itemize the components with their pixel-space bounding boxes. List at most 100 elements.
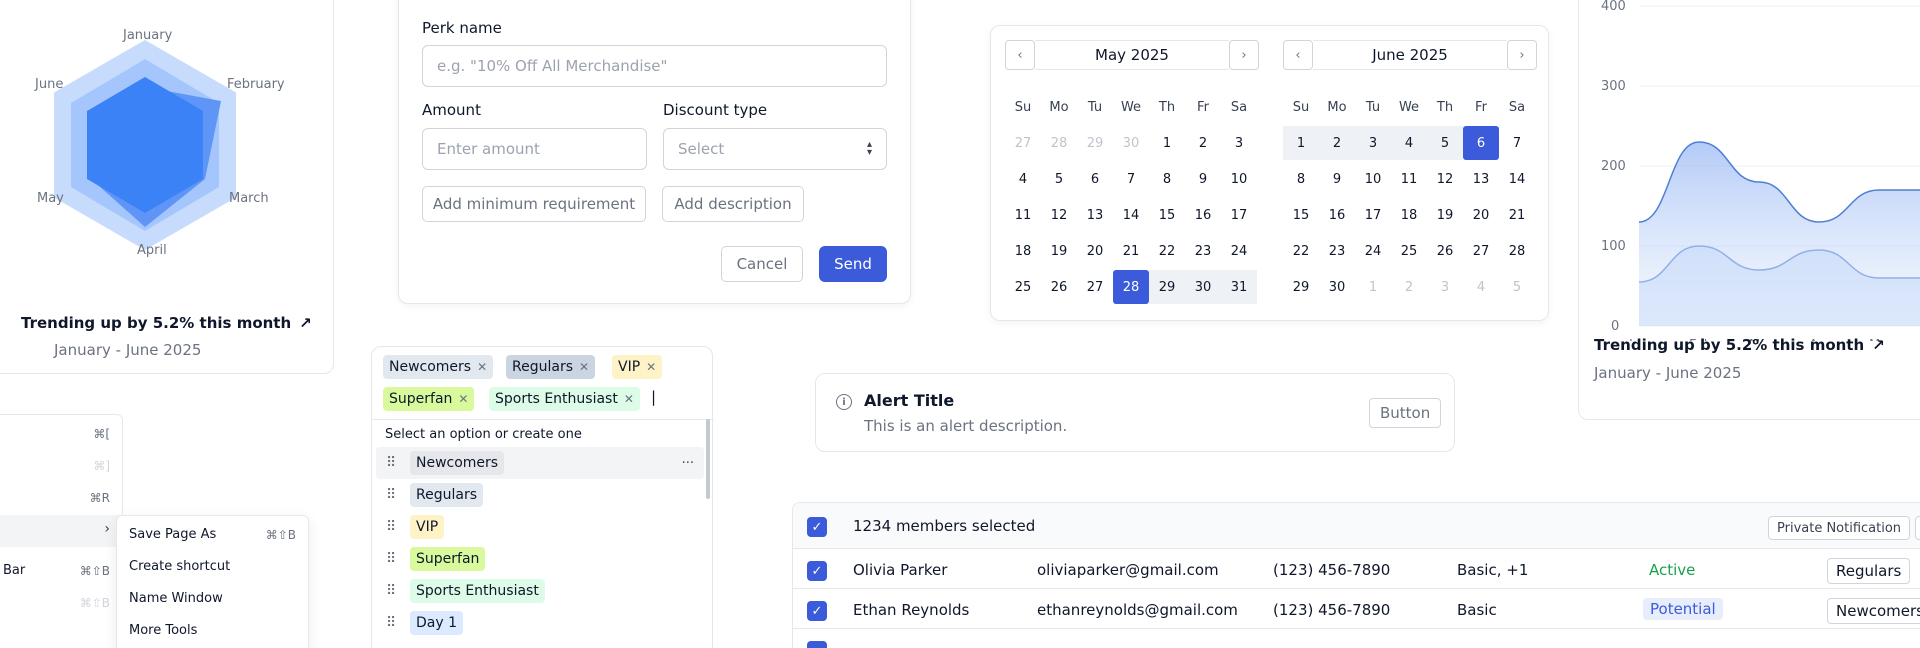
calendar-day[interactable]: 28 — [1113, 270, 1149, 304]
calendar-day[interactable]: 4 — [1463, 270, 1499, 304]
menu-item-save-page-as[interactable]: Save Page As — [129, 527, 216, 542]
calendar-day[interactable]: 2 — [1391, 270, 1427, 304]
calendar-day[interactable]: 18 — [1005, 234, 1041, 268]
calendar-day[interactable]: 5 — [1427, 126, 1463, 160]
add-minimum-requirement-button[interactable]: Add minimum requirement — [422, 186, 646, 222]
prev-month-button[interactable]: ‹ — [1005, 40, 1035, 70]
calendar-day[interactable]: 30 — [1113, 126, 1149, 160]
calendar-day[interactable]: 29 — [1149, 270, 1185, 304]
option-day-1[interactable]: ⠿ Day 1 — [376, 607, 704, 639]
perk-name-input[interactable]: e.g. "10% Off All Merchandise" — [422, 45, 887, 87]
more-actions-button[interactable] — [1915, 516, 1920, 540]
drag-handle-icon[interactable]: ⠿ — [386, 519, 404, 535]
calendar-day[interactable]: 1 — [1149, 126, 1185, 160]
calendar-day[interactable]: 8 — [1283, 162, 1319, 196]
drag-handle-icon[interactable]: ⠿ — [386, 455, 404, 471]
select-all-checkbox[interactable]: ✓ — [807, 517, 827, 537]
calendar-day[interactable]: 28 — [1041, 126, 1077, 160]
cancel-button[interactable]: Cancel — [721, 246, 803, 282]
alert-button[interactable]: Button — [1369, 398, 1442, 428]
close-icon[interactable]: ✕ — [458, 392, 468, 406]
calendar-day[interactable]: 5 — [1499, 270, 1535, 304]
calendar-day[interactable]: 20 — [1077, 234, 1113, 268]
calendar-day[interactable]: 27 — [1463, 234, 1499, 268]
send-button[interactable]: Send — [819, 246, 887, 282]
drag-handle-icon[interactable]: ⠿ — [386, 551, 404, 567]
calendar-day[interactable]: 17 — [1221, 198, 1257, 232]
calendar-day[interactable]: 21 — [1499, 198, 1535, 232]
row-checkbox[interactable]: ✓ — [807, 601, 827, 621]
amount-input[interactable]: Enter amount — [422, 128, 647, 170]
menu-item-name-window[interactable]: Name Window — [129, 591, 223, 606]
calendar-day[interactable]: 20 — [1463, 198, 1499, 232]
calendar-day[interactable]: 24 — [1221, 234, 1257, 268]
calendar-day[interactable]: 12 — [1427, 162, 1463, 196]
calendar-day[interactable]: 25 — [1391, 234, 1427, 268]
calendar-day[interactable]: 9 — [1185, 162, 1221, 196]
calendar-day[interactable]: 7 — [1113, 162, 1149, 196]
calendar-day[interactable]: 2 — [1319, 126, 1355, 160]
menu-item-bar[interactable]: Bar — [3, 563, 25, 578]
calendar-day[interactable]: 5 — [1041, 162, 1077, 196]
calendar-day[interactable]: 6 — [1077, 162, 1113, 196]
calendar-day[interactable]: 1 — [1283, 126, 1319, 160]
calendar-day[interactable]: 26 — [1427, 234, 1463, 268]
calendar-day[interactable]: 3 — [1355, 126, 1391, 160]
calendar-day[interactable]: 22 — [1149, 234, 1185, 268]
private-notification-button[interactable]: Private Notification — [1768, 516, 1911, 540]
calendar-day[interactable]: 15 — [1283, 198, 1319, 232]
calendar-day[interactable]: 26 — [1041, 270, 1077, 304]
calendar-day[interactable]: 3 — [1427, 270, 1463, 304]
close-icon[interactable]: ✕ — [646, 360, 656, 374]
calendar-day[interactable]: 12 — [1041, 198, 1077, 232]
calendar-day[interactable]: 16 — [1319, 198, 1355, 232]
menu-item-more-tools-highlight[interactable]: › — [0, 515, 122, 547]
calendar-day[interactable]: 8 — [1149, 162, 1185, 196]
calendar-day[interactable]: 19 — [1041, 234, 1077, 268]
discount-type-select[interactable]: Select ▴ ▾ — [663, 128, 887, 170]
option-vip[interactable]: ⠿ VIP — [376, 511, 704, 543]
calendar-day[interactable]: 25 — [1005, 270, 1041, 304]
calendar-day[interactable]: 23 — [1185, 234, 1221, 268]
calendar-day[interactable]: 13 — [1463, 162, 1499, 196]
calendar-day[interactable]: 14 — [1499, 162, 1535, 196]
add-description-button[interactable]: Add description — [662, 186, 804, 222]
calendar-day[interactable]: 3 — [1221, 126, 1257, 160]
calendar-day[interactable]: 24 — [1355, 234, 1391, 268]
calendar-day[interactable]: 1 — [1355, 270, 1391, 304]
calendar-day[interactable]: 30 — [1185, 270, 1221, 304]
calendar-day[interactable]: 27 — [1005, 126, 1041, 160]
calendar-day[interactable]: 27 — [1077, 270, 1113, 304]
calendar-day[interactable]: 16 — [1185, 198, 1221, 232]
row-checkbox[interactable] — [807, 641, 827, 648]
close-icon[interactable]: ✕ — [579, 360, 589, 374]
next-month-button[interactable]: › — [1507, 40, 1537, 70]
row-checkbox[interactable]: ✓ — [807, 561, 827, 581]
calendar-day[interactable]: 2 — [1185, 126, 1221, 160]
drag-handle-icon[interactable]: ⠿ — [386, 583, 404, 599]
calendar-day[interactable]: 31 — [1221, 270, 1257, 304]
calendar-day[interactable]: 15 — [1149, 198, 1185, 232]
calendar-day[interactable]: 10 — [1221, 162, 1257, 196]
calendar-day[interactable]: 4 — [1005, 162, 1041, 196]
calendar-day[interactable]: 14 — [1113, 198, 1149, 232]
calendar-day[interactable]: 10 — [1355, 162, 1391, 196]
calendar-day[interactable]: 22 — [1283, 234, 1319, 268]
drag-handle-icon[interactable]: ⠿ — [386, 615, 404, 631]
option-sports-enthusiast[interactable]: ⠿ Sports Enthusiast — [376, 575, 704, 607]
prev-month-button[interactable]: ‹ — [1283, 40, 1313, 70]
calendar-day[interactable]: 18 — [1391, 198, 1427, 232]
calendar-day[interactable]: 28 — [1499, 234, 1535, 268]
calendar-day[interactable]: 30 — [1319, 270, 1355, 304]
calendar-day[interactable]: 6 — [1463, 126, 1499, 160]
calendar-day[interactable]: 29 — [1077, 126, 1113, 160]
next-month-button[interactable]: › — [1229, 40, 1259, 70]
text-cursor[interactable]: | — [651, 388, 656, 406]
calendar-day[interactable]: 13 — [1077, 198, 1113, 232]
calendar-day[interactable]: 9 — [1319, 162, 1355, 196]
close-icon[interactable]: ✕ — [624, 392, 634, 406]
calendar-day[interactable]: 29 — [1283, 270, 1319, 304]
option-newcomers[interactable]: ⠿ Newcomers ··· — [376, 447, 704, 479]
calendar-day[interactable]: 17 — [1355, 198, 1391, 232]
option-superfan[interactable]: ⠿ Superfan — [376, 543, 704, 575]
